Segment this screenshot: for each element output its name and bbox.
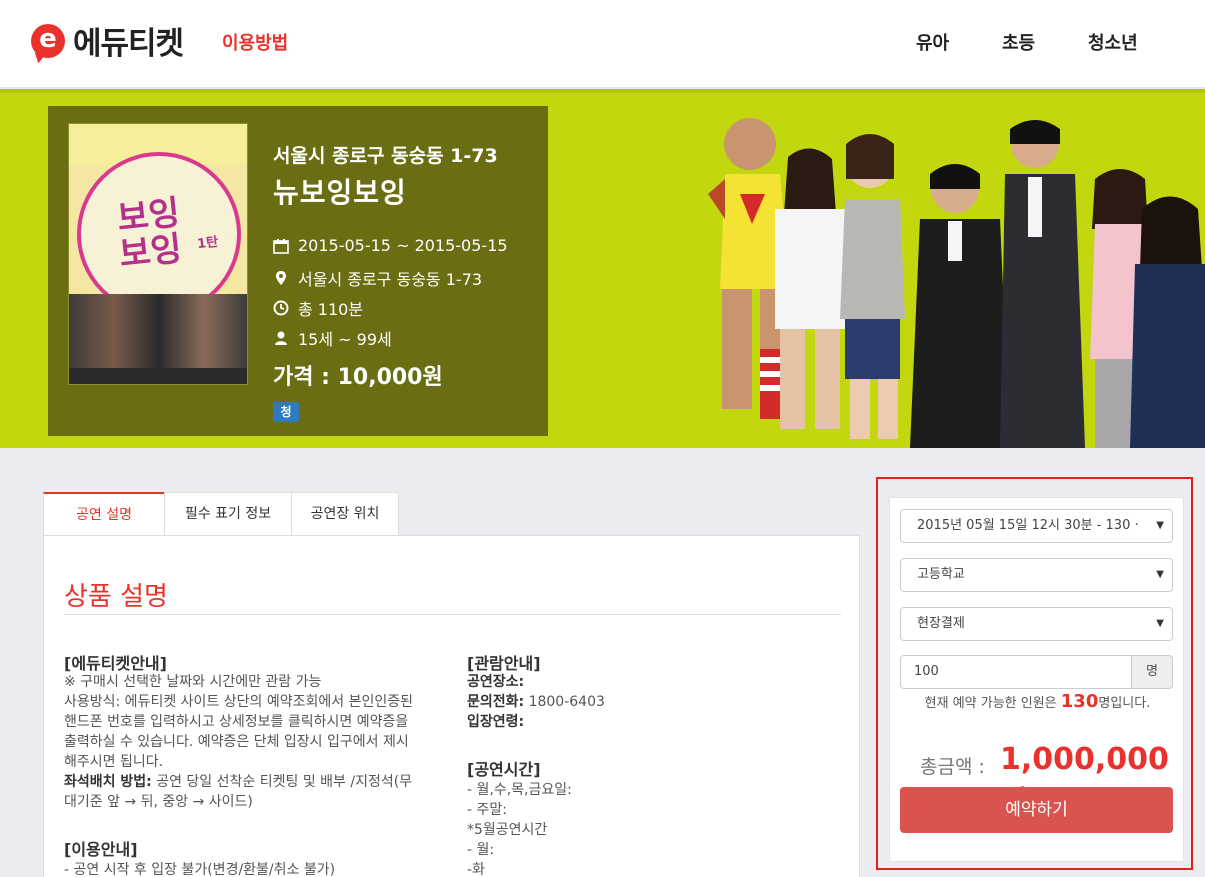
usage-line: - 공연 시작 후 입장 불가(변경/환불/취소 불가) xyxy=(64,862,336,877)
usage-guide-text: - 공연 시작 후 입장 불가(변경/환불/취소 불가) xyxy=(64,860,444,877)
hero-stripe xyxy=(0,89,1205,93)
nav-item-infant[interactable]: 유아 xyxy=(916,29,949,55)
nav-item-elementary[interactable]: 초등 xyxy=(1002,29,1035,55)
poster-subtitle: 1탄 xyxy=(196,234,219,253)
show-times-text: - 월,수,목,금요일: - 주말: *5월공연시간 - 월: -화 xyxy=(467,780,837,877)
show-date: 2015-05-15 ~ 2015-05-15 xyxy=(298,236,508,255)
avail-count: 130 xyxy=(1060,691,1099,712)
map-marker-icon xyxy=(276,271,286,285)
logo-mark-letter: e xyxy=(39,23,57,54)
time-line: -화 xyxy=(467,862,485,877)
show-location: 서울시 종로구 동숭동 1-73 xyxy=(298,270,483,289)
show-age-row: 15세 ~ 99세 xyxy=(273,326,392,350)
age-label: 입장연령: xyxy=(467,714,525,730)
tab-venue-location[interactable]: 공연장 위치 xyxy=(291,492,399,536)
hero-banner: 보잉 보잉 1탄 서울시 종로구 동숭동 1-73 뉴보잉보잉 2015-05-… xyxy=(0,89,1205,448)
guide-line: 사용방식: 에듀티켓 사이트 상단의 예약조회에서 본인인증된 xyxy=(64,694,413,710)
show-title: 뉴보잉보잉 xyxy=(273,176,407,209)
guide-line: 출력하실 수 있습니다. 예약증은 단체 입장시 입구에서 제시 xyxy=(64,734,409,750)
heading-usage-guide: [이용안내] xyxy=(64,840,138,859)
session-select[interactable]: 2015년 05월 15일 12시 30분 - 130 · ▼ xyxy=(900,509,1173,543)
logo[interactable]: e 에듀티켓 xyxy=(31,18,184,63)
chevron-down-icon: ▼ xyxy=(1156,520,1164,531)
seat-label: 좌석배치 방법: xyxy=(64,774,152,790)
avail-suffix: 명입니다. xyxy=(1098,696,1151,711)
heading-show-times: [공연시간] xyxy=(467,760,541,779)
poster-title: 보잉 xyxy=(117,228,184,276)
venue-line: 공연장소: xyxy=(467,672,837,692)
time-line: *5월공연시간 xyxy=(467,822,548,838)
total-label: 총금액 : xyxy=(920,756,985,778)
logo-text: 에듀티켓 xyxy=(73,26,184,62)
quantity-input[interactable]: 100 xyxy=(900,655,1132,689)
show-age: 15세 ~ 99세 xyxy=(298,330,392,349)
avail-prefix: 현재 예약 가능한 인원은 xyxy=(924,696,1061,711)
booking-panel: 2015년 05월 15일 12시 30분 - 130 · ▼ 고등학교 ▼ 현… xyxy=(889,497,1184,862)
nav-item-teen[interactable]: 청소년 xyxy=(1088,29,1138,55)
show-date-row: 2015-05-15 ~ 2015-05-15 xyxy=(273,236,508,255)
calendar-icon xyxy=(273,238,289,254)
time-line: - 월,수,목,금요일: xyxy=(467,782,572,798)
guide-line: ※ 구매시 선택한 날짜와 시간에만 관람 가능 xyxy=(64,674,322,690)
guide-line: 핸드폰 번호를 입력하시고 상세정보를 클릭하시면 예약증을 xyxy=(64,714,409,730)
seat-text: 공연 당일 선착순 티켓팅 및 배부 /지정석(무 xyxy=(151,774,413,790)
site-header: e 에듀티켓 이용방법 유아 초등 청소년 xyxy=(0,0,1205,88)
show-price: 가격 : 10,000원 xyxy=(273,365,443,390)
eduticket-guide-text: ※ 구매시 선택한 날짜와 시간에만 관람 가능 사용방식: 에듀티켓 사이트 … xyxy=(64,672,444,812)
phone-number: 1800-6403 xyxy=(524,694,605,710)
howto-link[interactable]: 이용방법 xyxy=(222,29,288,55)
payment-select[interactable]: 현장결제 ▼ xyxy=(900,607,1173,641)
show-duration-row: 총 110분 xyxy=(273,296,363,320)
show-poster[interactable]: 보잉 보잉 1탄 xyxy=(68,123,248,385)
clock-icon xyxy=(273,300,289,316)
school-value: 고등학교 xyxy=(917,567,965,582)
guide-line: 해주시면 됩니다. xyxy=(64,754,164,770)
phone-label: 문의전화: xyxy=(467,694,525,710)
session-value: 2015년 05월 15일 12시 30분 - 130 · xyxy=(917,518,1139,533)
user-icon xyxy=(275,331,287,345)
heading-viewing-guide: [관람안내] xyxy=(467,654,541,673)
reserve-button[interactable]: 예약하기 xyxy=(900,787,1173,833)
seat-line: 대기준 앞 → 뒤, 중앙 → 사이드) xyxy=(64,794,253,810)
chevron-down-icon: ▼ xyxy=(1156,618,1164,629)
logo-mark: e xyxy=(31,23,65,58)
poster-footer xyxy=(69,368,247,384)
cast-photo xyxy=(708,118,1205,448)
heading-eduticket-guide: [에듀티켓안내] xyxy=(64,654,167,673)
venue-label: 공연장소: xyxy=(467,674,525,690)
show-info-box: 보잉 보잉 1탄 서울시 종로구 동숭동 1-73 뉴보잉보잉 2015-05-… xyxy=(48,106,548,436)
school-select[interactable]: 고등학교 ▼ xyxy=(900,558,1173,592)
time-line: - 월: xyxy=(467,842,495,858)
show-location-row: 서울시 종로구 동숭동 1-73 xyxy=(273,266,482,290)
section-title: 상품 설명 xyxy=(64,582,168,612)
audience-badge: 청 xyxy=(273,402,299,422)
time-line: - 주말: xyxy=(467,802,507,818)
payment-value: 현장결제 xyxy=(917,616,965,631)
show-duration: 총 110분 xyxy=(298,300,364,319)
description-panel: 상품 설명 [에듀티켓안내] ※ 구매시 선택한 날짜와 시간에만 관람 가능 … xyxy=(43,535,860,877)
poster-cast xyxy=(69,294,247,369)
detail-tabs: 공연 설명 필수 표기 정보 공연장 위치 xyxy=(43,492,399,536)
tab-required-info[interactable]: 필수 표기 정보 xyxy=(164,492,292,536)
phone-line: 문의전화: 1800-6403 xyxy=(467,692,837,712)
availability-text: 현재 예약 가능한 인원은 130명입니다. xyxy=(890,691,1185,712)
chevron-down-icon: ▼ xyxy=(1156,569,1164,580)
viewing-guide-text: 공연장소: 문의전화: 1800-6403 입장연령: xyxy=(467,672,837,732)
section-divider xyxy=(64,614,841,615)
age-line: 입장연령: xyxy=(467,712,837,732)
quantity-unit: 명 xyxy=(1131,655,1173,689)
show-address-title: 서울시 종로구 동숭동 1-73 xyxy=(273,145,498,167)
seat-line: 좌석배치 방법: 공연 당일 선착순 티켓팅 및 배부 /지정석(무 xyxy=(64,772,444,792)
tab-description[interactable]: 공연 설명 xyxy=(43,492,165,536)
